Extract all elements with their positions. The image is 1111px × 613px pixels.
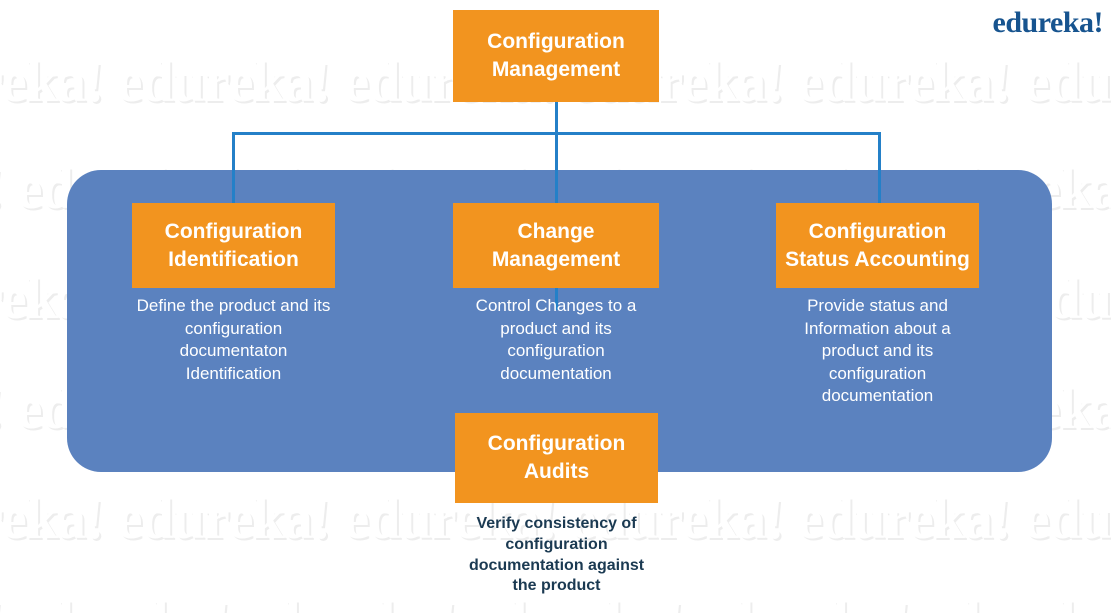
diagram-canvas: edureka! edureka! edureka! edureka! edur… [0,0,1111,613]
node-title-text: Configuration Status Accounting [785,219,970,271]
node-title-text: Configuration Management [487,30,625,81]
node-title: Configuration Management [453,10,659,102]
node-configuration-audits[interactable]: Configuration Audits Verify consistency … [455,413,658,597]
node-title-text: Configuration Identification [164,219,303,271]
node-description: Define the product and its configuration… [136,296,331,383]
node-title: Configuration Audits [455,413,658,503]
node-title-text: Configuration Audits [487,432,626,483]
node-configuration-status-accounting[interactable]: Configuration Status Accounting Provide … [776,203,979,408]
node-title: Configuration Status Accounting [776,203,979,288]
node-title: Configuration Identification [132,203,335,288]
node-description: Verify consistency of configuration docu… [468,515,645,595]
node-description: Control Changes to a product and its con… [475,296,637,383]
node-configuration-identification[interactable]: Configuration Identification Define the … [132,203,335,385]
node-configuration-management[interactable]: Configuration Management [453,10,659,102]
edureka-logo: edureka! [992,6,1104,39]
node-change-management[interactable]: Change Management Control Changes to a p… [453,203,659,385]
node-title: Change Management [453,203,659,288]
node-title-text: Change Management [491,219,621,271]
node-description: Provide status and Information about a p… [804,296,951,406]
